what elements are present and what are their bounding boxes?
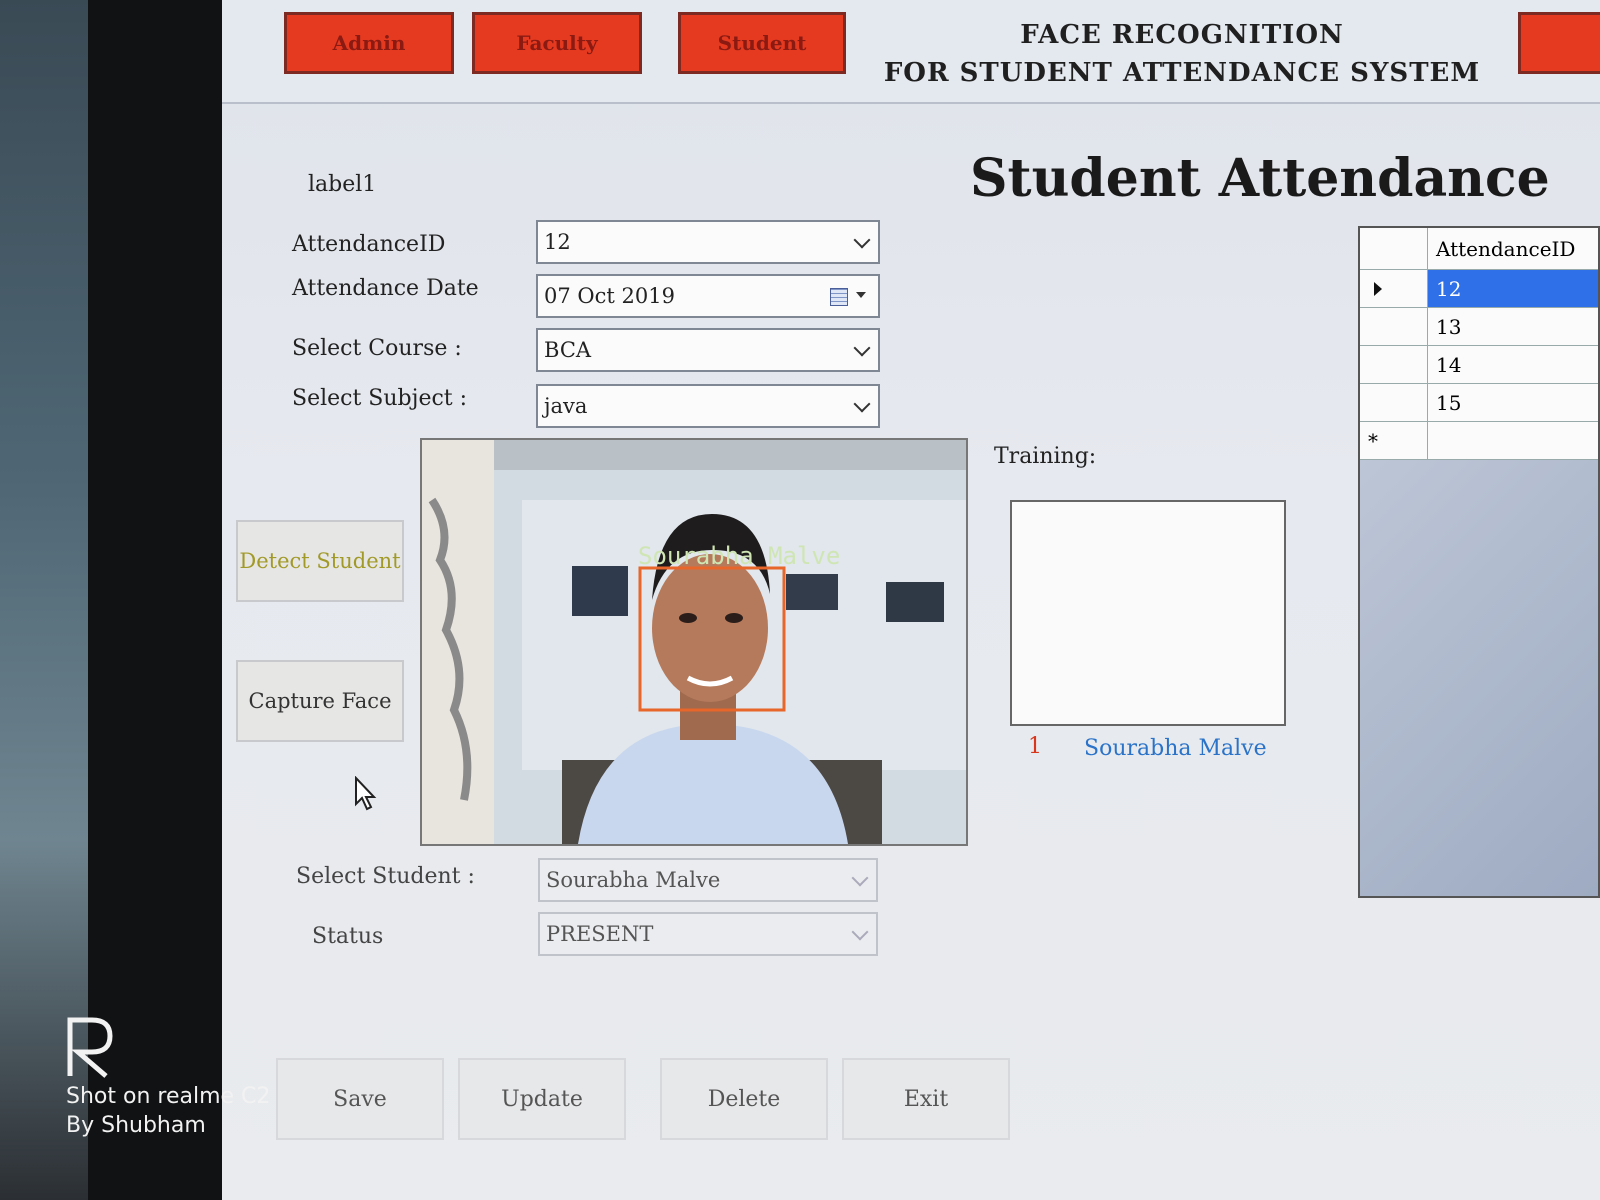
page-title: Student Attendance <box>970 148 1550 209</box>
realme-logo-icon <box>67 1017 113 1078</box>
camera-watermark: Shot on realme C2 By Shubham <box>66 1016 270 1138</box>
chevron-down-icon[interactable] <box>851 869 869 887</box>
student-select[interactable]: Sourabha Malve <box>538 858 878 902</box>
chevron-down-icon[interactable] <box>853 395 871 413</box>
faculty-button[interactable]: Faculty <box>472 12 642 74</box>
detected-name-overlay: Sourabha Malve <box>638 542 841 570</box>
save-button[interactable]: Save <box>276 1058 444 1140</box>
webcam-image <box>422 440 966 844</box>
attendance-date-value: 07 Oct 2019 <box>544 284 675 308</box>
exit-button[interactable]: Exit <box>842 1058 1010 1140</box>
status-select[interactable]: PRESENT <box>538 912 878 956</box>
grid-corner-cell <box>1360 228 1428 270</box>
new-row-marker[interactable]: * <box>1360 422 1428 460</box>
app-title: FACE RECOGNITION FOR STUDENT ATTENDANCE … <box>882 16 1482 92</box>
grid-cell[interactable]: 15 <box>1428 384 1598 422</box>
course-label: Select Course : <box>292 336 462 361</box>
row-header[interactable] <box>1360 346 1428 384</box>
course-select[interactable]: BCA <box>536 328 880 372</box>
grid-cell[interactable]: 13 <box>1428 308 1598 346</box>
status-label: Status <box>312 924 384 949</box>
detect-student-button[interactable]: Detect Student <box>236 520 404 602</box>
grid-cell-selected[interactable]: 12 <box>1428 270 1598 308</box>
watermark-line1: Shot on realme C2 <box>66 1084 271 1109</box>
admin-button[interactable]: Admin <box>284 12 454 74</box>
training-count: 1 <box>1028 734 1042 759</box>
attendance-id-combo[interactable]: 12 <box>536 220 880 264</box>
row-header[interactable] <box>1360 384 1428 422</box>
course-value: BCA <box>544 338 592 362</box>
subject-value: java <box>544 394 588 418</box>
header-bar: Admin Faculty Student FACE RECOGNITION F… <box>222 0 1600 104</box>
mouse-cursor-icon <box>355 776 377 811</box>
current-row-arrow-icon <box>1374 281 1382 296</box>
label1: label1 <box>308 172 377 197</box>
watermark-line2: By Shubham <box>66 1113 206 1138</box>
nav-button-partial[interactable] <box>1518 12 1600 74</box>
update-button[interactable]: Update <box>458 1058 626 1140</box>
student-button[interactable]: Student <box>678 12 846 74</box>
chevron-down-icon[interactable] <box>853 231 871 249</box>
grid-new-row-cell[interactable] <box>1428 422 1598 460</box>
student-value: Sourabha Malve <box>546 868 721 892</box>
subject-select[interactable]: java <box>536 384 880 428</box>
camera-feed: Sourabha Malve <box>420 438 968 846</box>
attendance-id-label: AttendanceID <box>292 232 446 257</box>
calendar-icon[interactable] <box>830 288 848 306</box>
chevron-down-icon[interactable] <box>851 923 869 941</box>
status-value: PRESENT <box>546 922 654 946</box>
app-window: Admin Faculty Student FACE RECOGNITION F… <box>222 0 1600 1200</box>
attendance-id-value: 12 <box>544 230 571 254</box>
student-label: Select Student : <box>296 864 475 889</box>
attendance-grid[interactable]: AttendanceID 12 13 14 15 * <box>1358 226 1600 898</box>
delete-button[interactable]: Delete <box>660 1058 828 1140</box>
training-name: Sourabha Malve <box>1084 736 1267 761</box>
grid-column-header[interactable]: AttendanceID <box>1428 228 1598 270</box>
chevron-down-icon[interactable] <box>856 292 866 298</box>
attendance-date-picker[interactable]: 07 Oct 2019 <box>536 274 880 318</box>
app-title-line1: FACE RECOGNITION <box>1020 20 1344 50</box>
app-title-line2: FOR STUDENT ATTENDANCE SYSTEM <box>883 58 1481 88</box>
training-label: Training: <box>994 444 1097 469</box>
row-header[interactable] <box>1360 308 1428 346</box>
training-image-box <box>1010 500 1286 726</box>
capture-face-button[interactable]: Capture Face <box>236 660 404 742</box>
grid-cell[interactable]: 14 <box>1428 346 1598 384</box>
attendance-date-label: Attendance Date <box>292 276 479 301</box>
chevron-down-icon[interactable] <box>853 339 871 357</box>
subject-label: Select Subject : <box>292 386 468 411</box>
row-header[interactable] <box>1360 270 1428 308</box>
